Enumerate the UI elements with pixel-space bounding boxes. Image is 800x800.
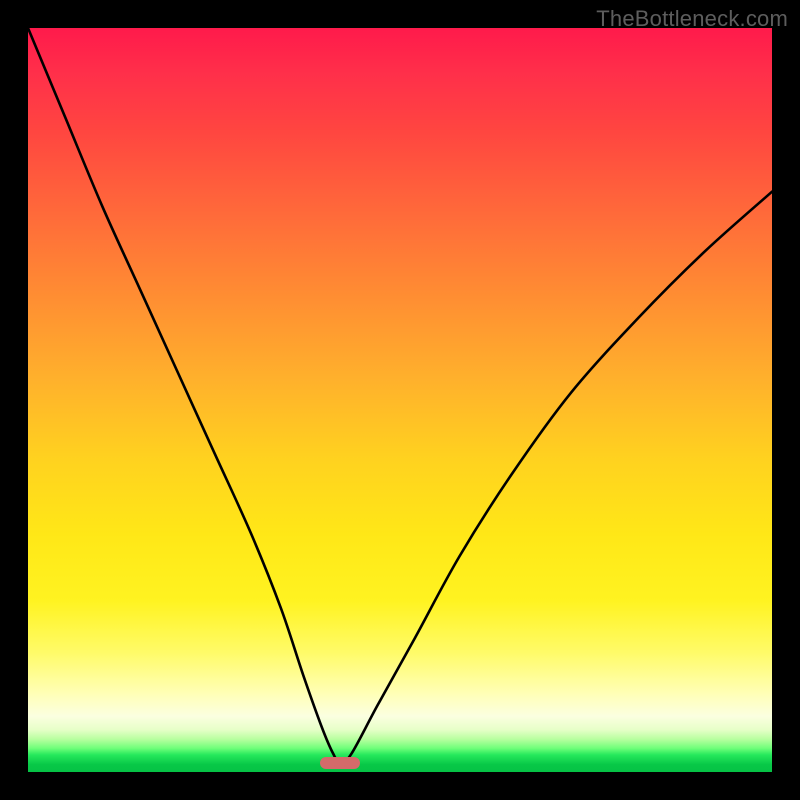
- bottleneck-curve: [28, 28, 772, 763]
- curve-layer: [28, 28, 772, 772]
- minimum-marker: [320, 757, 360, 769]
- chart-frame: TheBottleneck.com: [0, 0, 800, 800]
- plot-area: [28, 28, 772, 772]
